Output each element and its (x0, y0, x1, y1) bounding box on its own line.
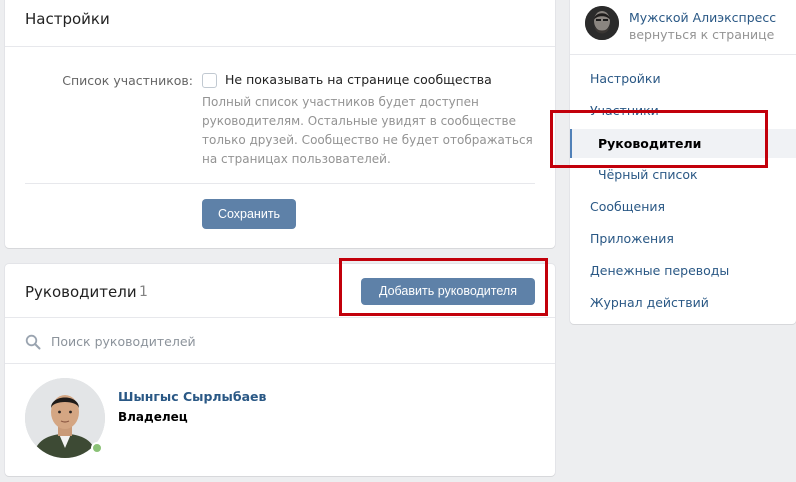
group-avatar-image (585, 6, 619, 40)
hide-members-hint: Полный список участников будет доступен … (202, 95, 533, 166)
divider (5, 363, 555, 364)
hide-members-checkbox[interactable] (202, 73, 217, 88)
group-avatar[interactable] (585, 6, 619, 40)
divider (5, 317, 555, 318)
managers-count: 1 (139, 284, 148, 300)
menu-item-settings[interactable]: Настройки (590, 71, 661, 86)
highlight-box (550, 110, 768, 168)
hide-members-label[interactable]: Не показывать на странице сообщества (225, 72, 492, 87)
divider (570, 54, 796, 55)
group-name-link[interactable]: Мужской Алиэкспресс (629, 10, 776, 25)
menu-item-blacklist[interactable]: Чёрный список (598, 167, 698, 182)
menu-item-money-transfers[interactable]: Денежные переводы (590, 263, 729, 278)
managers-title: Руководители (25, 283, 137, 301)
highlight-box (339, 258, 548, 316)
manager-name-link[interactable]: Шынгыс Сырлыбаев (118, 389, 266, 404)
back-to-page-link[interactable]: вернуться к странице (629, 27, 774, 42)
members-list-label: Список участников: (62, 73, 193, 88)
settings-title: Настройки (25, 10, 110, 28)
search-managers-input[interactable] (51, 330, 531, 352)
settings-card: Настройки Список участников: Не показыва… (5, 0, 555, 248)
save-button[interactable]: Сохранить (202, 199, 296, 229)
divider (25, 183, 535, 184)
menu-item-action-log[interactable]: Журнал действий (590, 295, 709, 310)
divider (5, 46, 555, 47)
search-icon (25, 334, 41, 350)
manager-role: Владелец (118, 410, 188, 424)
menu-item-messages[interactable]: Сообщения (590, 199, 665, 214)
online-status-indicator (91, 442, 103, 454)
menu-item-apps[interactable]: Приложения (590, 231, 674, 246)
